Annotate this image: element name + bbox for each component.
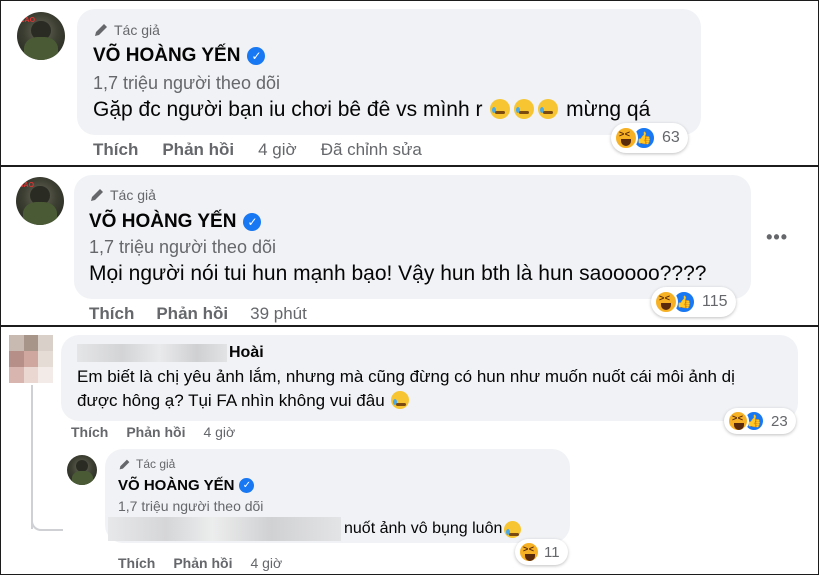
commenter-name-text[interactable]: VÕ HOÀNG YẾN <box>89 211 236 233</box>
verified-badge-icon: ✓ <box>247 47 266 65</box>
blurred-name <box>77 344 227 362</box>
author-tag: Tác giả <box>93 22 160 38</box>
author-tag-label: Tác giả <box>136 457 176 471</box>
haha-reaction-icon <box>727 410 749 432</box>
comment-text-part: nuốt ảnh vô bụng luôn <box>344 520 503 537</box>
reply-button[interactable]: Phản hồi <box>162 140 234 160</box>
commenter-name[interactable]: VÕ HOÀNG YẾN ✓ <box>118 477 255 494</box>
haha-reaction-icon <box>518 541 540 563</box>
reaction-count: 63 <box>662 129 680 146</box>
blurred-avatar[interactable] <box>9 335 53 383</box>
comment-actions: Thích Phản hồi 4 giờ <box>118 555 282 571</box>
comment-actions: Thích Phản hồi 4 giờ Đã chỉnh sửa <box>93 140 422 160</box>
pen-icon <box>95 24 107 36</box>
reply-button[interactable]: Phản hồi <box>156 304 228 324</box>
laughing-emoji <box>504 520 522 538</box>
comment-text: Gặp đc người bạn iu chơi bê đê vs mình r… <box>93 98 650 122</box>
like-button[interactable]: Thích <box>71 424 108 440</box>
reaction-summary[interactable]: 11 <box>515 539 568 565</box>
comment-panel-2: SAO Tác giả VÕ HOÀNG YẾN ✓ 1,7 triệu ngư… <box>0 166 819 326</box>
thread-line-curve <box>31 515 63 531</box>
commenter-name[interactable]: VÕ HOÀNG YẾN ✓ <box>93 45 266 67</box>
blurred-text <box>108 517 341 541</box>
reaction-summary[interactable]: 👍 63 <box>611 123 688 153</box>
comment-panel-1: SAO Tác giả VÕ HOÀNG YẾN ✓ 1,7 triệu ngư… <box>0 0 819 166</box>
commenter-name-suffix[interactable]: Hoài <box>229 344 264 362</box>
comment-text-part: Gặp đc người bạn iu chơi bê đê vs mình r <box>93 98 483 121</box>
haha-reaction-icon <box>654 290 678 314</box>
timestamp[interactable]: 4 giờ <box>258 140 297 160</box>
haha-reaction-icon <box>614 126 638 150</box>
verified-badge-icon: ✓ <box>243 213 262 231</box>
comment-text-line-1: Em biết là chị yêu ảnh lắm, nhưng mà cũn… <box>77 367 735 386</box>
comment-panel-3: Hoài Em biết là chị yêu ảnh lắm, nhưng m… <box>0 326 819 575</box>
reply-button[interactable]: Phản hồi <box>126 424 185 440</box>
comment-text: Mọi người nói tui hun mạnh bạo! Vậy hun … <box>89 262 707 285</box>
pen-icon <box>91 189 103 201</box>
like-button[interactable]: Thích <box>118 555 155 571</box>
reaction-count: 115 <box>702 293 728 310</box>
commenter-name[interactable]: Hoài <box>77 342 264 364</box>
laughing-emoji <box>391 391 410 409</box>
author-tag-label: Tác giả <box>114 22 160 38</box>
timestamp[interactable]: 39 phút <box>250 304 307 324</box>
comment-text-part: mừng qá <box>566 98 651 121</box>
comment-actions: Thích Phản hồi 4 giờ <box>71 424 235 440</box>
author-tag-label: Tác giả <box>110 187 156 203</box>
avatar[interactable]: SAO <box>17 12 65 60</box>
verified-badge-icon: ✓ <box>239 478 255 493</box>
timestamp[interactable]: 4 giờ <box>250 555 282 571</box>
comment-text-part: được hông ạ? Tụi FA nhìn không vui đâu <box>77 391 385 410</box>
comment-text-line-2: được hông ạ? Tụi FA nhìn không vui đâu <box>77 391 411 411</box>
reaction-summary[interactable]: 👍 115 <box>651 287 736 317</box>
commenter-name-text[interactable]: VÕ HOÀNG YẾN <box>93 45 240 67</box>
avatar[interactable]: SAO <box>16 177 64 225</box>
more-options-icon[interactable]: ••• <box>766 227 788 248</box>
author-tag: Tác giả <box>118 457 175 471</box>
reaction-summary[interactable]: 👍 23 <box>724 408 796 434</box>
commenter-name-text[interactable]: VÕ HOÀNG YẾN <box>118 477 234 494</box>
follower-count: 1,7 triệu người theo dõi <box>118 498 264 514</box>
reply-button[interactable]: Phản hồi <box>173 555 232 571</box>
follower-count: 1,7 triệu người theo dõi <box>93 73 280 93</box>
follower-count: 1,7 triệu người theo dõi <box>89 237 276 257</box>
comment-actions: Thích Phản hồi 39 phút <box>89 304 307 324</box>
author-tag: Tác giả <box>89 187 156 203</box>
crying-face-emoji <box>490 99 511 119</box>
timestamp[interactable]: 4 giờ <box>203 424 235 440</box>
like-button[interactable]: Thích <box>89 304 134 324</box>
crying-face-emoji <box>538 99 559 119</box>
like-button[interactable]: Thích <box>93 140 138 160</box>
pen-icon <box>119 459 130 469</box>
comment-text: nuốt ảnh vô bụng luôn <box>108 517 523 541</box>
avatar[interactable] <box>67 455 97 485</box>
thread-line <box>31 385 33 529</box>
reaction-count: 11 <box>544 543 560 561</box>
reaction-count: 23 <box>771 412 788 430</box>
edited-label[interactable]: Đã chỉnh sửa <box>321 140 422 160</box>
commenter-name[interactable]: VÕ HOÀNG YẾN ✓ <box>89 211 262 233</box>
crying-face-emoji <box>514 99 535 119</box>
